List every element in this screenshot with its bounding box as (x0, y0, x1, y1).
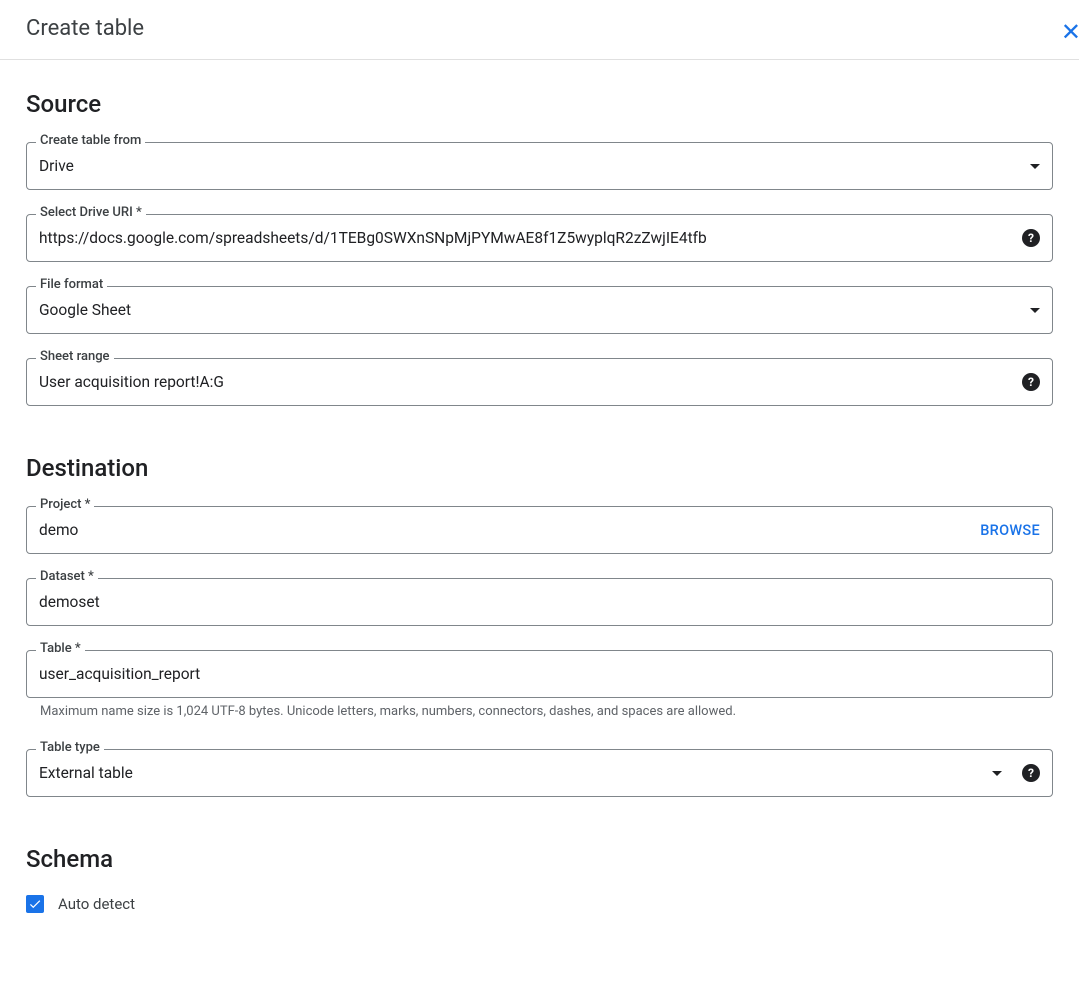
table-field: Table * Maximum name size is 1,024 UTF-8… (26, 650, 1053, 719)
create-table-from-select[interactable]: Drive (26, 142, 1053, 190)
create-table-from-field: Create table from Drive (26, 142, 1053, 190)
checkmark-icon (28, 897, 42, 911)
table-type-value: External table (39, 764, 984, 782)
close-icon[interactable]: ✕ (1061, 18, 1079, 46)
table-label: Table * (36, 641, 85, 656)
dialog-title: Create table (26, 16, 144, 41)
project-label: Project * (36, 497, 94, 512)
file-format-field: File format Google Sheet (26, 286, 1053, 334)
sheet-range-field: Sheet range ? (26, 358, 1053, 406)
browse-button[interactable]: BROWSE (980, 522, 1040, 539)
table-input-box (26, 650, 1053, 698)
chevron-down-icon (1030, 308, 1040, 313)
file-format-label: File format (36, 277, 107, 292)
chevron-down-icon (1030, 164, 1040, 169)
drive-uri-field: Select Drive URI * ? (26, 214, 1053, 262)
chevron-down-icon (992, 771, 1002, 776)
schema-section-title: Schema (26, 845, 1053, 873)
destination-section-title: Destination (26, 454, 1053, 482)
drive-uri-input[interactable] (39, 229, 1014, 247)
auto-detect-label: Auto detect (58, 895, 135, 913)
file-format-select[interactable]: Google Sheet (26, 286, 1053, 334)
drive-uri-label: Select Drive URI * (36, 205, 146, 220)
auto-detect-checkbox[interactable] (26, 895, 44, 913)
sheet-range-input-box: ? (26, 358, 1053, 406)
table-helper-text: Maximum name size is 1,024 UTF-8 bytes. … (40, 704, 1053, 719)
drive-uri-input-box: ? (26, 214, 1053, 262)
table-type-label: Table type (36, 740, 104, 755)
dataset-label: Dataset * (36, 569, 98, 584)
table-type-select[interactable]: External table ? (26, 749, 1053, 797)
create-table-from-label: Create table from (36, 133, 145, 148)
project-input-box: BROWSE (26, 506, 1053, 554)
project-field: Project * BROWSE (26, 506, 1053, 554)
auto-detect-row: Auto detect (26, 895, 1053, 913)
dialog-header: Create table (0, 0, 1079, 60)
create-table-from-value: Drive (39, 157, 1022, 175)
help-icon[interactable]: ? (1022, 764, 1040, 782)
sheet-range-label: Sheet range (36, 349, 114, 364)
help-icon[interactable]: ? (1022, 229, 1040, 247)
dataset-field: Dataset * (26, 578, 1053, 626)
dataset-input[interactable] (39, 593, 1040, 611)
project-input[interactable] (39, 521, 972, 539)
sheet-range-input[interactable] (39, 373, 1014, 391)
table-type-field: Table type External table ? (26, 749, 1053, 797)
help-icon[interactable]: ? (1022, 373, 1040, 391)
table-input[interactable] (39, 665, 1040, 683)
source-section-title: Source (26, 90, 1053, 118)
dialog-content: Source Create table from Drive Select Dr… (0, 90, 1079, 913)
dataset-input-box (26, 578, 1053, 626)
file-format-value: Google Sheet (39, 301, 1022, 319)
